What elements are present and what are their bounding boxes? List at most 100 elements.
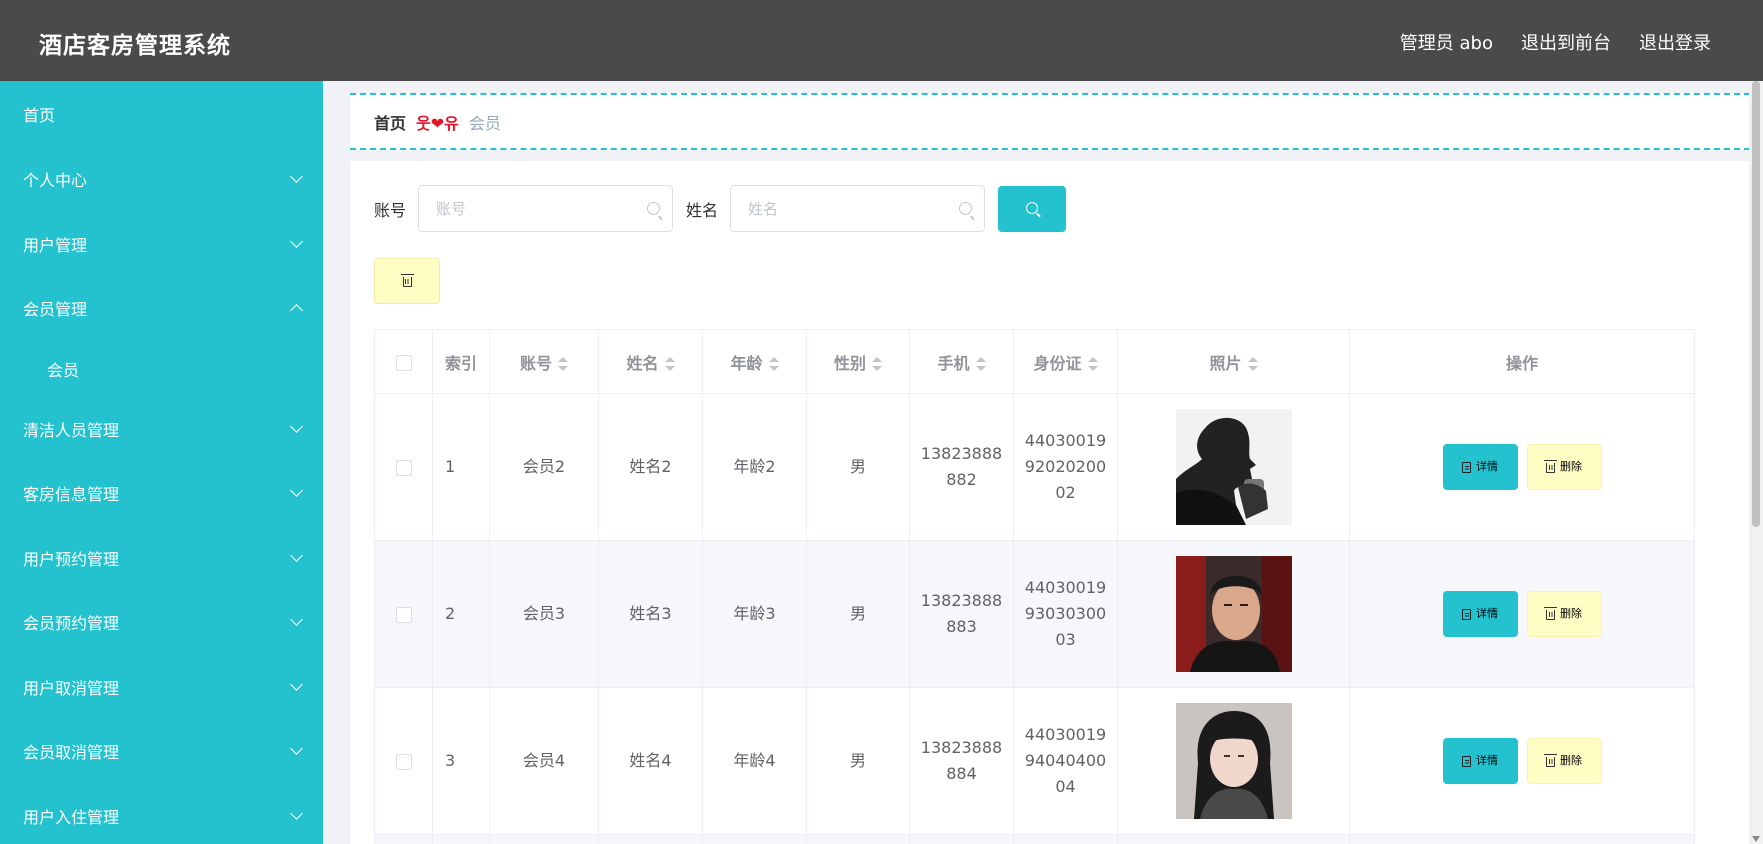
woman-portrait-photo[interactable] xyxy=(1175,703,1292,819)
sidebar-subitem-member[interactable]: 会员 xyxy=(0,341,323,397)
trash-icon xyxy=(1544,460,1557,473)
bulk-delete-button[interactable] xyxy=(374,258,440,304)
chevron-down-icon xyxy=(290,484,303,498)
empty-cell xyxy=(1117,834,1350,844)
man-silhouette-photo[interactable] xyxy=(1175,409,1292,525)
sidebar-item-label: 会员预约管理 xyxy=(23,614,120,634)
sidebar-item-user-management[interactable]: 用户管理 xyxy=(0,212,323,277)
scrollbar-thumb[interactable] xyxy=(1752,81,1760,527)
trash-icon xyxy=(1544,607,1557,620)
age-cell: 年龄2 xyxy=(702,393,807,541)
account-search-box xyxy=(418,185,674,232)
delete-button[interactable]: 删除 xyxy=(1526,738,1602,784)
row-checkbox[interactable] xyxy=(395,753,412,770)
document-icon xyxy=(1462,608,1471,620)
name-search-input[interactable] xyxy=(731,186,985,231)
logout-link[interactable]: 退出登录 xyxy=(1639,29,1711,55)
column-header-index: 索引 xyxy=(432,329,490,394)
breadcrumb-current: 会员 xyxy=(468,113,501,133)
index-cell: 3 xyxy=(432,687,490,835)
app-title: 酒店客房管理系统 xyxy=(39,33,231,59)
sidebar-item-label: 客房信息管理 xyxy=(23,485,120,505)
select-all-cell xyxy=(374,329,433,394)
column-header-photo[interactable]: 照片 xyxy=(1117,329,1350,394)
table-row-partial xyxy=(374,834,1695,844)
sidebar-item-home[interactable]: 首页 xyxy=(0,81,323,147)
sort-icon[interactable] xyxy=(872,356,882,372)
breadcrumb-home[interactable]: 首页 xyxy=(374,110,406,134)
name-search-box xyxy=(730,185,986,232)
column-header-label: 索引 xyxy=(445,353,478,373)
sidebar-item-user-cancel-management[interactable]: 用户取消管理 xyxy=(0,655,323,720)
delete-label: 删除 xyxy=(1560,607,1582,620)
header-links: 管理员 abo 退出到前台 退出登录 xyxy=(1400,29,1711,55)
table-header-row: 索引 账号 姓名 年龄 性别 手机 身份证 照片 操作 xyxy=(374,329,1695,394)
column-header-name[interactable]: 姓名 xyxy=(598,329,703,394)
sidebar-item-member-management[interactable]: 会员管理 xyxy=(0,276,323,341)
sidebar-item-label: 会员取消管理 xyxy=(23,743,120,763)
age-cell: 年龄4 xyxy=(702,687,807,835)
column-header-age[interactable]: 年龄 xyxy=(702,329,807,394)
breadcrumb: 首页 웃❤유 会员 xyxy=(350,93,1750,150)
column-header-actions: 操作 xyxy=(1349,329,1695,394)
sidebar-item-member-cancel-management[interactable]: 会员取消管理 xyxy=(0,719,323,784)
sort-icon[interactable] xyxy=(768,356,779,372)
phone-cell: 13823888883 xyxy=(909,540,1014,688)
sidebar-item-personal-center[interactable]: 个人中心 xyxy=(0,147,323,212)
actions-cell: 详情 删除 xyxy=(1349,687,1695,835)
gender-cell: 男 xyxy=(806,393,910,541)
index-cell: 1 xyxy=(432,393,490,541)
age-cell: 年龄3 xyxy=(702,540,807,688)
sidebar-item-label: 会员管理 xyxy=(23,300,88,320)
sidebar-item-room-info-management[interactable]: 客房信息管理 xyxy=(0,461,323,526)
chevron-down-icon xyxy=(290,806,303,820)
actions-cell: 详情 删除 xyxy=(1349,393,1695,541)
scroll-down-arrow-icon[interactable] xyxy=(1752,836,1760,842)
detail-button[interactable]: 详情 xyxy=(1442,738,1518,784)
account-cell: 会员2 xyxy=(489,393,599,541)
sidebar-item-cleaner-management[interactable]: 清洁人员管理 xyxy=(0,397,323,462)
delete-button[interactable]: 删除 xyxy=(1526,444,1602,490)
exit-to-frontend-link[interactable]: 退出到前台 xyxy=(1521,29,1611,55)
member-table: 索引 账号 姓名 年龄 性别 手机 身份证 照片 操作 1 会员2 姓名2 年龄… xyxy=(374,329,1695,844)
admin-user-link[interactable]: 管理员 abo xyxy=(1400,29,1493,55)
detail-button[interactable]: 详情 xyxy=(1442,444,1518,490)
account-search-input[interactable] xyxy=(419,186,673,231)
row-actions: 详情 删除 xyxy=(1442,591,1602,637)
sort-icon[interactable] xyxy=(1087,356,1098,372)
photo-cell xyxy=(1117,687,1350,835)
detail-button[interactable]: 详情 xyxy=(1442,591,1518,637)
row-select-cell xyxy=(374,540,433,688)
sort-icon[interactable] xyxy=(1247,356,1258,372)
sort-icon[interactable] xyxy=(664,356,675,372)
sidebar-item-user-booking-management[interactable]: 用户预约管理 xyxy=(0,526,323,591)
column-header-label: 操作 xyxy=(1505,353,1538,373)
empty-cell xyxy=(909,834,1014,844)
select-all-checkbox[interactable] xyxy=(395,354,412,371)
empty-cell xyxy=(1013,834,1118,844)
sidebar-item-user-checkin-management[interactable]: 用户入住管理 xyxy=(0,784,323,844)
row-checkbox[interactable] xyxy=(395,606,412,623)
delete-button[interactable]: 删除 xyxy=(1526,591,1602,637)
account-cell: 会员4 xyxy=(489,687,599,835)
column-header-account[interactable]: 账号 xyxy=(489,329,599,394)
table-row: 1 会员2 姓名2 年龄2 男 13823888882 440300199202… xyxy=(374,393,1695,541)
empty-cell xyxy=(806,834,910,844)
column-header-phone[interactable]: 手机 xyxy=(909,329,1014,394)
search-button[interactable] xyxy=(998,185,1067,232)
chevron-up-icon xyxy=(290,304,303,318)
sort-icon[interactable] xyxy=(558,356,568,372)
column-header-label: 照片 xyxy=(1209,353,1242,373)
sidebar-item-label: 会员 xyxy=(47,360,80,380)
row-checkbox[interactable] xyxy=(395,459,412,476)
phone-cell: 13823888884 xyxy=(909,687,1014,835)
empty-cell xyxy=(432,834,490,844)
sidebar-item-member-booking-management[interactable]: 会员预约管理 xyxy=(0,590,323,655)
sidebar-item-label: 清洁人员管理 xyxy=(23,420,120,440)
page-scrollbar[interactable] xyxy=(1749,81,1763,844)
man-portrait-photo[interactable] xyxy=(1175,556,1292,672)
sort-icon[interactable] xyxy=(975,356,986,372)
column-header-id-card[interactable]: 身份证 xyxy=(1013,329,1118,394)
sidebar-menu: 首页 个人中心 用户管理 会员管理 会员 清洁人员管理 客房信息管理 用户预约管… xyxy=(0,81,323,844)
column-header-gender[interactable]: 性别 xyxy=(806,329,910,394)
